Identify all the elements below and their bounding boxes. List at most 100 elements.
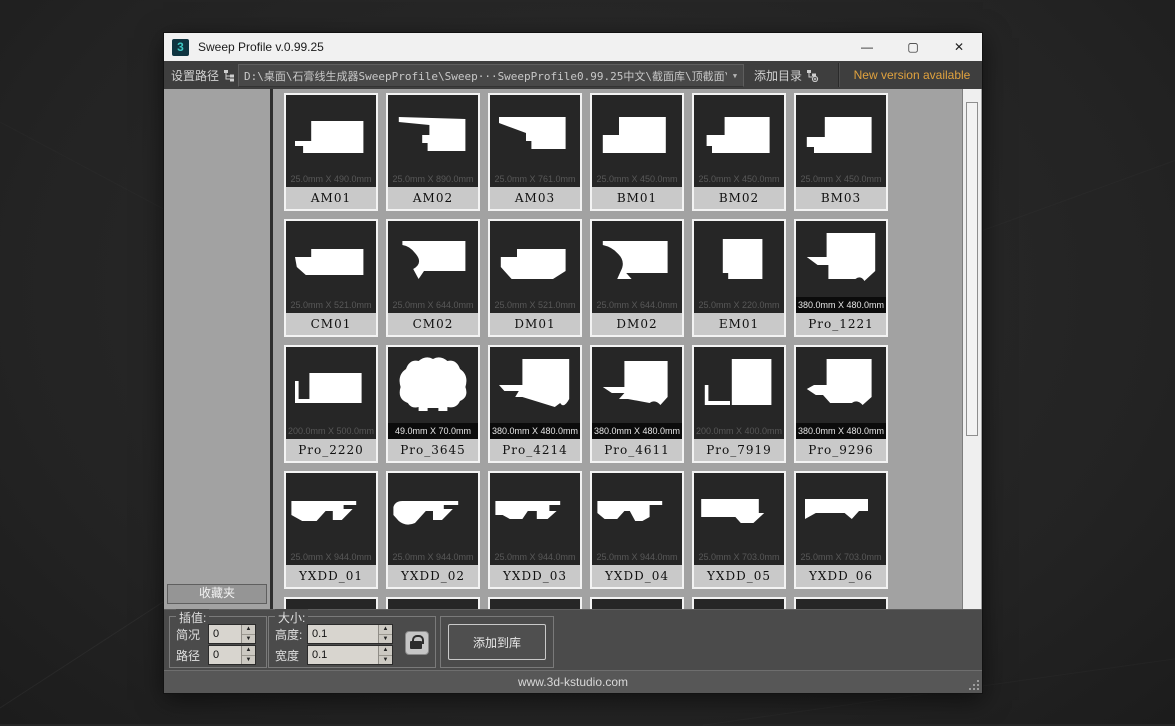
profile-thumbnail: 25.0mm X 521.0mm [286, 221, 376, 313]
profile-card[interactable]: 25.0mm X 944.0mmYXDD_04 [590, 471, 684, 589]
profile-card[interactable]: 25.0mm X 450.0mmBM01 [590, 93, 684, 211]
close-button[interactable]: ✕ [936, 33, 982, 61]
interpolation-group-label: 插值: [176, 609, 209, 626]
profile-card[interactable]: 25.0mm X 490.0mmAM01 [284, 93, 378, 211]
profile-card[interactable]: 25.0mm X 890.0mmAM02 [386, 93, 480, 211]
titlebar[interactable]: 3 Sweep Profile v.0.99.25 — ▢ ✕ [164, 33, 982, 61]
favorites-button[interactable]: 收藏夹 [167, 584, 267, 604]
height-spinner[interactable]: ▲ ▼ [307, 624, 393, 644]
lock-aspect-button[interactable] [405, 631, 429, 655]
spin-up-icon[interactable]: ▲ [242, 625, 255, 635]
profile-thumbnail [286, 599, 376, 609]
profile-thumbnail: 25.0mm X 761.0mm [490, 95, 580, 187]
spin-up-icon[interactable]: ▲ [379, 646, 392, 656]
profile-interp-input[interactable] [209, 625, 241, 643]
folder-sidebar[interactable]: 收藏夹 [164, 89, 270, 609]
minimize-button[interactable]: — [844, 33, 890, 61]
website-link[interactable]: www.3d-kstudio.com [518, 675, 628, 689]
profile-name: AM03 [490, 187, 580, 209]
profile-thumbnail [388, 599, 478, 609]
profile-name: BM01 [592, 187, 682, 209]
path-value: D:\桌面\石膏线生成器SweepProfile\Sweep···SweepPr… [239, 68, 727, 84]
app-icon: 3 [172, 39, 189, 56]
profile-dimensions: 25.0mm X 521.0mm [286, 297, 376, 313]
add-to-library-button[interactable]: 添加到库 [448, 624, 546, 660]
set-path-button[interactable]: 设置路径 [166, 61, 241, 89]
add-directory-label: 添加目录 [754, 67, 802, 84]
viewport-background: 3 Sweep Profile v.0.99.25 — ▢ ✕ 设置路径 D:\… [0, 0, 1175, 724]
profile-name: Pro_2220 [286, 439, 376, 461]
profile-dimensions: 25.0mm X 450.0mm [796, 171, 886, 187]
profile-name: BM03 [796, 187, 886, 209]
profile-name: CM02 [388, 313, 478, 335]
profile-dimensions: 25.0mm X 944.0mm [286, 549, 376, 565]
spin-up-icon[interactable]: ▲ [242, 646, 255, 656]
add-directory-button[interactable]: 添加目录 [749, 61, 824, 89]
profile-dimensions: 25.0mm X 644.0mm [388, 297, 478, 313]
interpolation-group: 插值: 简况 ▲ ▼ 路径 [169, 616, 267, 668]
profile-card[interactable]: 380.0mm X 480.0mmPro_9296 [794, 345, 888, 463]
profile-card[interactable]: 25.0mm X 450.0mmBM02 [692, 93, 786, 211]
profile-card[interactable]: 49.0mm X 70.0mmPro_3645 [386, 345, 480, 463]
spin-down-icon[interactable]: ▼ [379, 635, 392, 644]
profile-card[interactable]: 25.0mm X 521.0mmDM01 [488, 219, 582, 337]
new-version-link[interactable]: New version available [844, 61, 980, 89]
profile-card[interactable]: 25.0mm X 644.0mmDM02 [590, 219, 684, 337]
profile-card[interactable]: 25.0mm X 944.0mmYXDD_03 [488, 471, 582, 589]
profile-card[interactable]: 380.0mm X 480.0mmPro_4214 [488, 345, 582, 463]
profile-card[interactable]: 25.0mm X 944.0mmYXDD_02 [386, 471, 480, 589]
height-input[interactable] [308, 625, 378, 643]
profile-card-partial[interactable] [488, 597, 582, 609]
profile-card[interactable]: 200.0mm X 400.0mmPro_7919 [692, 345, 786, 463]
width-input[interactable] [308, 646, 378, 664]
profile-card[interactable]: 25.0mm X 644.0mmCM02 [386, 219, 480, 337]
size-group: 大小: 高度: ▲ ▼ 宽度 [268, 616, 436, 668]
profile-dimensions: 25.0mm X 944.0mm [592, 549, 682, 565]
profile-dimensions: 25.0mm X 761.0mm [490, 171, 580, 187]
path-interp-input[interactable] [209, 646, 241, 664]
profile-card-partial[interactable] [386, 597, 480, 609]
profile-card[interactable]: 25.0mm X 521.0mmCM01 [284, 219, 378, 337]
profile-card[interactable]: 25.0mm X 450.0mmBM03 [794, 93, 888, 211]
profile-name: DM01 [490, 313, 580, 335]
profile-thumbnail: 380.0mm X 480.0mm [592, 347, 682, 439]
chevron-down-icon[interactable]: ▼ [727, 72, 743, 80]
profile-thumbnail: 25.0mm X 450.0mm [796, 95, 886, 187]
spin-down-icon[interactable]: ▼ [242, 656, 255, 665]
path-interp-label: 路径 [176, 647, 208, 664]
profile-card[interactable]: 25.0mm X 703.0mmYXDD_06 [794, 471, 888, 589]
profile-card[interactable]: 25.0mm X 761.0mmAM03 [488, 93, 582, 211]
profile-card[interactable]: 25.0mm X 220.0mmEM01 [692, 219, 786, 337]
profile-card[interactable]: 25.0mm X 944.0mmYXDD_01 [284, 471, 378, 589]
path-interp-spinner[interactable]: ▲ ▼ [208, 645, 256, 665]
vertical-scrollbar[interactable] [962, 89, 981, 609]
profile-interp-spinner[interactable]: ▲ ▼ [208, 624, 256, 644]
spin-down-icon[interactable]: ▼ [379, 656, 392, 665]
maximize-button[interactable]: ▢ [890, 33, 936, 61]
profile-card[interactable]: 380.0mm X 480.0mmPro_4611 [590, 345, 684, 463]
profile-card-partial[interactable] [692, 597, 786, 609]
width-spinner[interactable]: ▲ ▼ [307, 645, 393, 665]
profile-thumbnail [694, 599, 784, 609]
profile-name: Pro_3645 [388, 439, 478, 461]
profile-card-partial[interactable] [590, 597, 684, 609]
scrollbar-thumb[interactable] [966, 102, 978, 436]
profile-thumbnail: 25.0mm X 944.0mm [490, 473, 580, 565]
profile-thumbnail [796, 599, 886, 609]
toolbar: 设置路径 D:\桌面\石膏线生成器SweepProfile\Sweep···Sw… [164, 61, 982, 90]
profile-card[interactable]: 200.0mm X 500.0mmPro_2220 [284, 345, 378, 463]
resize-grip-icon[interactable] [977, 688, 979, 690]
profile-card[interactable]: 25.0mm X 703.0mmYXDD_05 [692, 471, 786, 589]
profile-card-partial[interactable] [284, 597, 378, 609]
spin-down-icon[interactable]: ▼ [242, 635, 255, 644]
profile-thumbnail: 25.0mm X 703.0mm [694, 473, 784, 565]
spin-up-icon[interactable]: ▲ [379, 625, 392, 635]
profile-thumbnail: 25.0mm X 450.0mm [694, 95, 784, 187]
profile-card[interactable]: 380.0mm X 480.0mmPro_1221 [794, 219, 888, 337]
profile-thumbnail: 25.0mm X 521.0mm [490, 221, 580, 313]
path-dropdown[interactable]: D:\桌面\石膏线生成器SweepProfile\Sweep···SweepPr… [238, 64, 744, 87]
profile-card-partial[interactable] [794, 597, 888, 609]
profile-name: YXDD_04 [592, 565, 682, 587]
profile-dimensions: 25.0mm X 220.0mm [694, 297, 784, 313]
profile-thumbnail [592, 599, 682, 609]
